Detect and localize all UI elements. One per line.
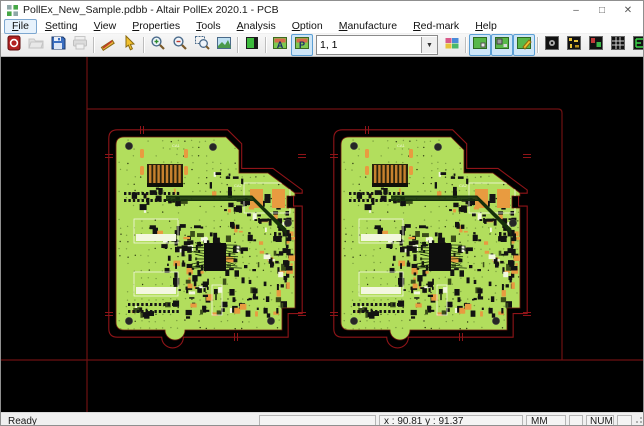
menu-item-option[interactable]: Option: [284, 19, 331, 34]
resize-grip[interactable]: [633, 414, 643, 426]
layer-grid-button[interactable]: [607, 34, 629, 56]
assembly-view-icon: A: [272, 35, 288, 56]
board-bottom-icon: [494, 35, 510, 56]
status-numlock: NUM: [586, 415, 614, 426]
board-view-icon: [244, 35, 260, 56]
window-title: PollEx_New_Sample.pdbb - Altair PollEx 2…: [23, 4, 279, 16]
layer-part-button[interactable]: [585, 34, 607, 56]
print-button: [69, 34, 91, 56]
open-icon: [28, 35, 44, 56]
svg-text:CA1: CA1: [397, 143, 406, 148]
toolbar-separator: [265, 37, 267, 53]
measure-button[interactable]: [97, 34, 119, 56]
close-button[interactable]: ✕: [615, 1, 641, 19]
zoom-out-icon: [172, 35, 188, 56]
layer-grid-icon: [610, 35, 626, 56]
zoom-window-icon: [194, 35, 210, 56]
board-edit-icon: [516, 35, 532, 56]
layer-pad-icon: [544, 35, 560, 56]
cursor-button[interactable]: [119, 34, 141, 56]
pcb-canvas[interactable]: CA1 CA2 CA1 CA2: [1, 57, 644, 412]
print-icon: [72, 35, 88, 56]
exit-button[interactable]: [3, 34, 25, 56]
menu-item-help[interactable]: Help: [467, 19, 505, 34]
units-readout: MM: [531, 416, 548, 426]
exit-icon: [6, 35, 22, 56]
cursor-icon: [122, 35, 138, 56]
board-bottom-button[interactable]: [491, 34, 513, 56]
board-top-button[interactable]: [469, 34, 491, 56]
status-empty-panel-3: [617, 415, 632, 426]
zoom-in-button[interactable]: [147, 34, 169, 56]
zoom-out-button[interactable]: [169, 34, 191, 56]
board-edit-button[interactable]: [513, 34, 535, 56]
menu-item-tools[interactable]: Tools: [188, 19, 229, 34]
board-view-button[interactable]: [241, 34, 263, 56]
layer-pattern-button[interactable]: [563, 34, 585, 56]
measure-icon: [100, 35, 116, 56]
menu-item-setting[interactable]: Setting: [37, 19, 86, 34]
window-controls: –□✕: [563, 1, 641, 19]
menu-item-red-mark[interactable]: Red-mark: [405, 19, 467, 34]
status-empty-panel-2: [569, 415, 583, 426]
layer-combo[interactable]: 1, 1▼: [316, 35, 438, 55]
menu-item-properties[interactable]: Properties: [124, 19, 188, 34]
svg-text:P: P: [299, 40, 305, 50]
layer-silk-icon: [632, 35, 644, 56]
layer-pattern-icon: [566, 35, 582, 56]
palette-button[interactable]: [441, 34, 463, 56]
toolbar-separator: [93, 37, 95, 53]
layer-combo-value: 1, 1: [317, 39, 421, 51]
save-icon: [50, 35, 66, 56]
svg-text:A: A: [277, 40, 284, 50]
save-button[interactable]: [47, 34, 69, 56]
title-bar[interactable]: PollEx_New_Sample.pdbb - Altair PollEx 2…: [1, 1, 643, 19]
combo-dropdown-icon[interactable]: ▼: [421, 37, 437, 53]
pcb-view-icon: P: [294, 35, 310, 56]
numlock-readout: NUM: [590, 416, 613, 426]
menu-item-file[interactable]: File: [4, 19, 37, 34]
palette-icon: [444, 35, 460, 56]
toolbar-separator: [143, 37, 145, 53]
toolbar: A P 1, 1▼: [1, 34, 643, 57]
svg-text:CA1: CA1: [172, 143, 181, 148]
pollex-logo-icon: [7, 5, 18, 16]
toolbar-separator: [237, 37, 239, 53]
layer-part-icon: [588, 35, 604, 56]
maximize-button[interactable]: □: [589, 1, 615, 19]
pcb-viewport[interactable]: CA1 CA2 CA1 CA2: [1, 57, 643, 412]
toolbar-separator: [465, 37, 467, 53]
open-button: [25, 34, 47, 56]
assembly-view-button[interactable]: A: [269, 34, 291, 56]
menu-bar: FileSettingViewPropertiesToolsAnalysisOp…: [1, 19, 643, 34]
status-coordinates: x : 90.81 y : 91.37: [379, 415, 523, 426]
pcb-view-button[interactable]: P: [291, 34, 313, 56]
menu-item-analysis[interactable]: Analysis: [229, 19, 284, 34]
status-empty-panel: [259, 415, 376, 426]
menu-item-manufacture[interactable]: Manufacture: [331, 19, 405, 34]
status-units: MM: [526, 415, 566, 426]
status-ready-text: Ready: [1, 416, 259, 426]
zoom-fit-button[interactable]: [213, 34, 235, 56]
layer-silk-button[interactable]: [629, 34, 644, 56]
board-top-icon: [472, 35, 488, 56]
menu-item-view[interactable]: View: [86, 19, 125, 34]
svg-text:CA2: CA2: [234, 183, 243, 188]
zoom-fit-icon: [216, 35, 232, 56]
app-window: PollEx_New_Sample.pdbb - Altair PollEx 2…: [0, 0, 644, 426]
toolbar-separator: [537, 37, 539, 53]
status-bar: Ready x : 90.81 y : 91.37 MM NUM: [1, 412, 643, 426]
minimize-button[interactable]: –: [563, 1, 589, 19]
zoom-in-icon: [150, 35, 166, 56]
coordinate-readout: x : 90.81 y : 91.37: [384, 416, 464, 426]
svg-text:CA2: CA2: [459, 183, 468, 188]
layer-pad-button[interactable]: [541, 34, 563, 56]
zoom-window-button[interactable]: [191, 34, 213, 56]
